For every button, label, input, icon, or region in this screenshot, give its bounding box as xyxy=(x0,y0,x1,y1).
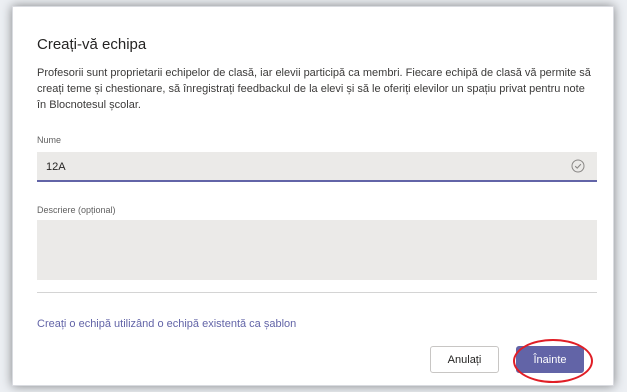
description-field[interactable] xyxy=(37,220,597,280)
divider xyxy=(37,292,597,293)
name-field[interactable]: 12A xyxy=(37,152,597,182)
check-circle-icon xyxy=(571,159,585,173)
dialog-description: Profesorii sunt proprietarii echipelor d… xyxy=(37,67,591,111)
description-label: Descriere (opțional) xyxy=(37,205,116,215)
template-link[interactable]: Creați o echipă utilizând o echipă exist… xyxy=(37,318,296,330)
dialog-title: Creați-vă echipa xyxy=(37,36,147,53)
name-value: 12A xyxy=(46,161,66,173)
cancel-button[interactable]: Anulați xyxy=(430,346,499,373)
next-button[interactable]: Înainte xyxy=(516,346,584,373)
name-label: Nume xyxy=(37,135,62,145)
create-team-dialog: Creați-vă echipa Profesorii sunt proprie… xyxy=(12,6,614,386)
